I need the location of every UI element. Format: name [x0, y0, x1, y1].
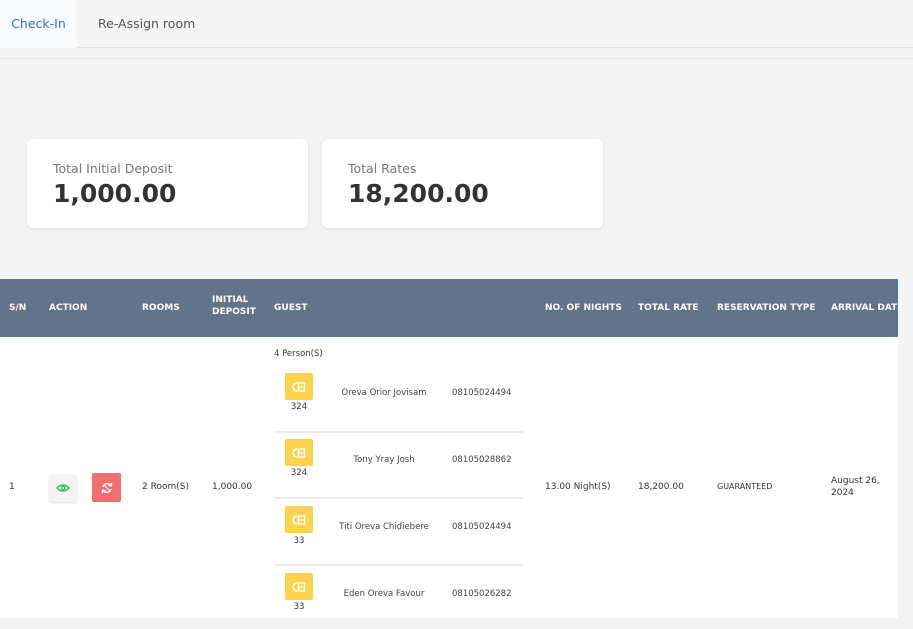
room-number: 33	[293, 536, 305, 546]
guest-phone: 08105024494	[452, 522, 512, 532]
room-key-icon	[292, 381, 306, 392]
header-rooms: ROOMS	[142, 303, 180, 313]
header-total-rate: TOTAL RATE	[638, 303, 699, 313]
header-no-of-nights: NO. OF NIGHTS	[545, 303, 622, 313]
tab-re-assign-room[interactable]: Re-Assign room	[98, 0, 195, 48]
table-header: S/N ACTION ROOMS INITIAL DEPOSIT GUEST N…	[0, 279, 903, 337]
room-badge	[285, 373, 313, 400]
header-guest: GUEST	[274, 303, 308, 313]
row-rooms: 2 Room(S)	[142, 482, 189, 492]
room-number: 33	[293, 602, 305, 612]
guest-phone: 08105028862	[452, 455, 512, 465]
row-arrival-date: August 26, 2024	[831, 476, 880, 498]
eye-icon	[56, 484, 70, 492]
total-rates-label: Total Rates	[348, 161, 417, 176]
guest-name: Titi Oreva Chidiebere	[339, 522, 429, 532]
total-rates-value: 18,200.00	[348, 179, 489, 208]
guest-phone: 08105024494	[452, 388, 512, 398]
tab-bar: Check-In Re-Assign room	[0, 0, 913, 48]
header-arrival-date: ARRIVAL DATE	[831, 303, 904, 313]
total-initial-deposit-value: 1,000.00	[53, 179, 177, 208]
row-initial-deposit: 1,000.00	[212, 482, 253, 492]
room-key-icon	[292, 581, 306, 592]
total-initial-deposit-label: Total Initial Deposit	[53, 161, 173, 176]
room-key-icon	[292, 447, 306, 458]
room-badge	[285, 573, 313, 600]
total-rates-card: Total Rates 18,200.00	[322, 139, 603, 228]
guest-count: 4 Person(S)	[274, 349, 323, 359]
header-initial-deposit: INITIAL DEPOSIT	[212, 295, 256, 317]
room-number: 324	[290, 468, 308, 478]
guest-name: Eden Oreva Favour	[343, 589, 425, 599]
guest-item: 33 Eden Oreva Favour 08105026282	[274, 573, 523, 618]
room-key-icon	[292, 514, 306, 525]
header-action: ACTION	[49, 303, 88, 313]
guest-name: Tony Yray Josh	[353, 455, 415, 465]
header-reservation-type: RESERVATION TYPE	[717, 303, 816, 313]
swap-icon	[101, 482, 112, 493]
row-total-rate: 18,200.00	[638, 482, 684, 492]
guest-name: Oreva Orior Jovisam	[341, 388, 427, 398]
room-number: 324	[290, 402, 308, 412]
tab-check-in[interactable]: Check-In	[0, 0, 77, 48]
divider	[0, 58, 913, 59]
guest-item: 324 Oreva Orior Jovisam 08105024494	[274, 373, 523, 433]
guest-item: 324 Tony Yray Josh 08105028862	[274, 439, 523, 499]
row-reservation-type: GUARANTEED	[717, 482, 773, 491]
row-no-of-nights: 13.00 Night(S)	[545, 482, 611, 492]
row-sn: 1	[9, 482, 15, 492]
reassign-room-button[interactable]	[92, 473, 121, 502]
room-badge	[285, 506, 313, 533]
view-button[interactable]	[49, 474, 77, 502]
total-initial-deposit-card: Total Initial Deposit 1,000.00	[27, 139, 308, 228]
guest-item: 33 Titi Oreva Chidiebere 08105024494	[274, 506, 523, 566]
room-badge	[285, 439, 313, 466]
header-sn: S/N	[9, 303, 27, 313]
guest-phone: 08105026282	[452, 589, 512, 599]
